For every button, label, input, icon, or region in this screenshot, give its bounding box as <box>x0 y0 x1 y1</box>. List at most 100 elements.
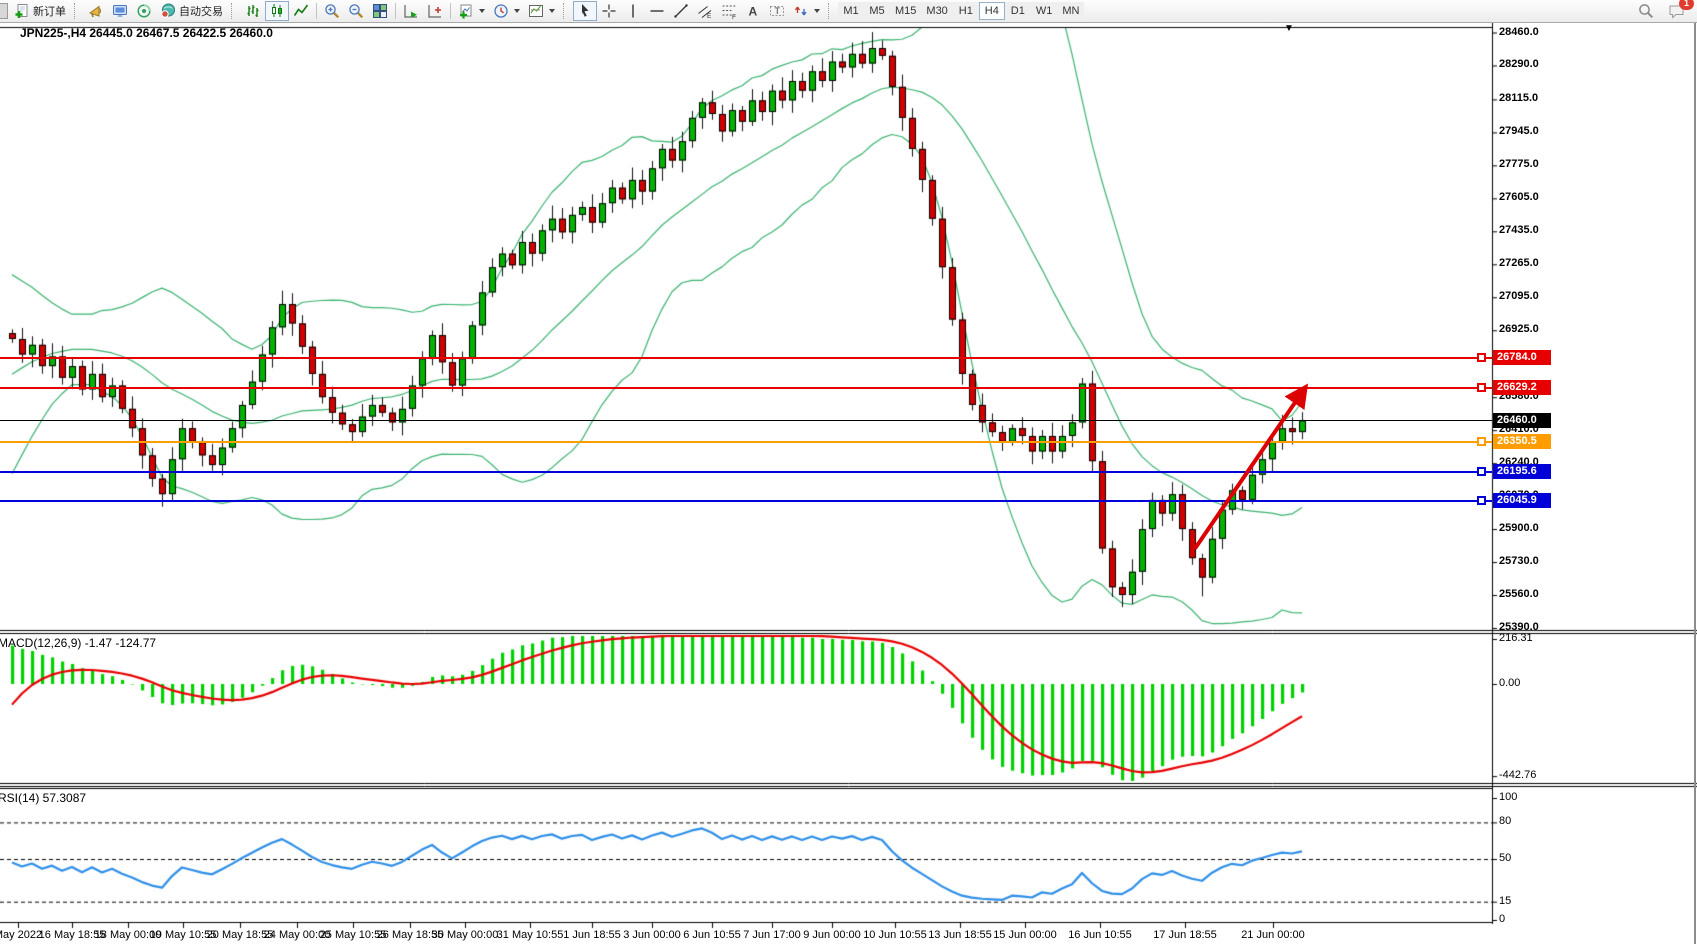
chart-shift-marker[interactable]: ▼ <box>1284 23 1294 34</box>
trendline-button[interactable] <box>669 1 693 21</box>
fibonacci-icon: F <box>721 3 737 19</box>
templates-button[interactable] <box>524 1 559 21</box>
time-axis-label: 7 Jun 17:00 <box>743 929 801 941</box>
chart-shift-button[interactable] <box>423 1 447 21</box>
macd-axis-label: -442.76 <box>1499 769 1536 781</box>
arrows-button[interactable] <box>789 1 824 21</box>
time-axis-label: May 2022 <box>0 929 42 941</box>
notification-badge[interactable]: 1 <box>1679 0 1694 10</box>
zoom-in-icon <box>324 3 340 19</box>
price-axis-tick: 26925.0 <box>1499 323 1539 335</box>
auto-scroll-button[interactable] <box>399 1 423 21</box>
price-axis-tick: 27775.0 <box>1499 158 1539 170</box>
arrows-icon <box>793 3 809 19</box>
tile-windows-button[interactable] <box>368 1 392 21</box>
crosshair-button[interactable] <box>597 1 621 21</box>
timeframe-h1-button[interactable]: H1 <box>953 2 979 20</box>
timeframe-mn-button[interactable]: MN <box>1057 2 1084 20</box>
signals-button[interactable] <box>132 1 156 21</box>
time-axis-label: 31 May 10:55 <box>497 929 564 941</box>
toolbar-grip <box>828 3 835 19</box>
toolbar-separator <box>316 3 317 19</box>
publish-button[interactable] <box>84 1 108 21</box>
timeframe-m1-button[interactable]: M1 <box>838 2 864 20</box>
price-axis-tick: 25730.0 <box>1499 555 1539 567</box>
tile-windows-icon <box>372 3 388 19</box>
add-indicator-icon <box>458 3 474 19</box>
bar-chart-type-button[interactable] <box>241 1 265 21</box>
periods-button[interactable] <box>489 1 524 21</box>
resistance-line-2[interactable] <box>0 387 1492 389</box>
support-line-1[interactable] <box>0 471 1492 473</box>
horn-icon <box>88 3 104 19</box>
chart-shift-icon <box>427 3 443 19</box>
main-toolbar: 新订单 自动交易 E F A T <box>0 0 1697 23</box>
svg-text:A: A <box>749 5 758 19</box>
cursor-icon <box>577 3 593 19</box>
text-label-button[interactable]: T <box>765 1 789 21</box>
line-chart-icon <box>293 3 309 19</box>
support-line-1-anchor[interactable] <box>1477 467 1486 476</box>
cursor-button[interactable] <box>573 1 597 21</box>
fibonacci-button[interactable]: F <box>717 1 741 21</box>
zoom-out-button[interactable] <box>344 1 368 21</box>
price-tag-26784.0: 26784.0 <box>1493 350 1551 365</box>
resistance-line-1-anchor[interactable] <box>1477 353 1486 362</box>
monitor-icon <box>112 3 128 19</box>
toolbar-grip <box>231 3 238 19</box>
equidistant-channel-button[interactable]: E <box>693 1 717 21</box>
zoom-in-button[interactable] <box>320 1 344 21</box>
new-order-button[interactable]: 新订单 <box>10 1 70 21</box>
candlestick-type-button[interactable] <box>265 1 289 21</box>
timeframe-m5-button[interactable]: M5 <box>864 2 890 20</box>
timeframe-w1-button[interactable]: W1 <box>1031 2 1058 20</box>
toolbar-grip <box>74 3 81 19</box>
dropdown-arrow-icon <box>514 9 520 13</box>
pivot-line[interactable] <box>0 441 1492 443</box>
time-axis-label: 9 Jun 00:00 <box>803 929 861 941</box>
support-line-2-anchor[interactable] <box>1477 496 1486 505</box>
time-axis-label: 17 Jun 18:55 <box>1153 929 1217 941</box>
line-chart-type-button[interactable] <box>289 1 313 21</box>
support-line-2[interactable] <box>0 500 1492 502</box>
pivot-line-anchor[interactable] <box>1477 437 1486 446</box>
timeframe-d1-button[interactable]: D1 <box>1005 2 1031 20</box>
dropdown-arrow-icon <box>814 9 820 13</box>
candlestick-icon <box>269 3 285 19</box>
text-icon: A <box>745 3 761 19</box>
mt4-window: 新订单 自动交易 E F A T <box>0 0 1697 944</box>
bar-chart-icon <box>245 3 261 19</box>
radar-icon <box>136 3 152 19</box>
timeframe-m30-button[interactable]: M30 <box>921 2 952 20</box>
community-button[interactable] <box>108 1 132 21</box>
resistance-line-2-anchor[interactable] <box>1477 383 1486 392</box>
vertical-line-icon <box>625 3 641 19</box>
time-axis-label: 3 Jun 00:00 <box>623 929 681 941</box>
time-axis-label: 6 Jun 10:55 <box>683 929 741 941</box>
timeframe-m15-button[interactable]: M15 <box>890 2 921 20</box>
search-button[interactable] <box>1634 1 1658 21</box>
resistance-line-1[interactable] <box>0 357 1492 359</box>
crosshair-icon <box>601 3 617 19</box>
text-button[interactable]: A <box>741 1 765 21</box>
clock-icon <box>493 3 509 19</box>
rsi-label: RSI(14) 57.3087 <box>0 791 86 805</box>
auto-trading-icon <box>160 3 176 19</box>
indicators-button[interactable] <box>454 1 489 21</box>
window-right-border <box>1694 0 1696 944</box>
dropdown-arrow-icon <box>479 9 485 13</box>
auto-trading-button[interactable]: 自动交易 <box>156 1 227 21</box>
current-price-line[interactable] <box>0 420 1492 421</box>
rsi-axis-label: 80 <box>1499 815 1511 827</box>
channel-icon: E <box>697 3 713 19</box>
time-axis-label: 10 Jun 10:55 <box>863 929 927 941</box>
horizontal-line-button[interactable] <box>645 1 669 21</box>
rsi-axis-label: 50 <box>1499 852 1511 864</box>
rsi-axis-label: 15 <box>1499 895 1511 907</box>
vertical-line-button[interactable] <box>621 1 645 21</box>
timeframe-h4-button[interactable]: H4 <box>979 2 1005 20</box>
price-axis-tick: 27435.0 <box>1499 224 1539 236</box>
svg-text:T: T <box>775 6 781 16</box>
toolbar-separator <box>395 3 396 19</box>
price-tag-26195.6: 26195.6 <box>1493 464 1551 479</box>
